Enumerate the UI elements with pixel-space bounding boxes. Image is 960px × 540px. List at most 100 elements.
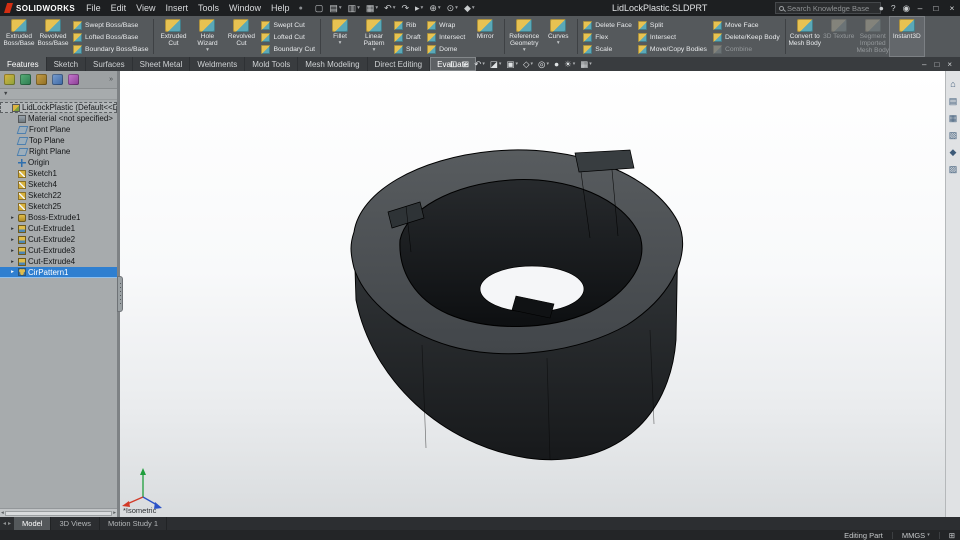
tree-item-sketch22[interactable]: Sketch22	[0, 190, 117, 201]
expand-arrow-icon[interactable]: ▸	[9, 248, 16, 254]
design-library-icon[interactable]: ▤	[949, 97, 958, 106]
tree-item-cut-extrude2[interactable]: ▸Cut-Extrude2	[0, 234, 117, 245]
delete-keep-body-button[interactable]: Delete/Keep Body	[710, 31, 783, 43]
view-orientation-icon[interactable]: ▣▾	[506, 60, 518, 69]
scale-button[interactable]: Scale	[580, 43, 635, 55]
solidworks-resources-icon[interactable]: ⌂	[950, 80, 955, 89]
alerts-icon[interactable]: ◉	[903, 3, 910, 14]
revolved-boss-base-button[interactable]: Revolved Boss/Base	[36, 17, 70, 56]
custom-properties-icon[interactable]: ▨	[949, 165, 958, 174]
tree-item-front-plane[interactable]: Front Plane	[0, 124, 117, 135]
previous-view-icon[interactable]: ↶▾	[474, 60, 485, 69]
wrap-button[interactable]: Wrap	[424, 19, 468, 31]
move-face-button[interactable]: Move Face	[710, 19, 783, 31]
edit-appearance-icon[interactable]: ◆▾	[462, 3, 477, 14]
boundary-cut-button[interactable]: Boundary Cut	[258, 43, 318, 55]
flex-button[interactable]: Flex	[580, 31, 635, 43]
bottom-tab-3d-views[interactable]: 3D Views	[51, 517, 100, 530]
featuremanager-filter-row[interactable]: ▼	[0, 89, 117, 100]
hide-show-items-icon[interactable]: ◎▾	[538, 60, 549, 69]
tree-item-sketch1[interactable]: Sketch1	[0, 168, 117, 179]
rebuild-icon[interactable]: ⊕▾	[427, 3, 442, 14]
menu-view[interactable]: View	[131, 1, 160, 15]
displaymanager-tab[interactable]	[68, 74, 79, 85]
close-button[interactable]: ×	[944, 0, 960, 16]
dropdown-arrow-icon[interactable]: ▾	[523, 48, 526, 53]
draft-button[interactable]: Draft	[391, 31, 424, 43]
undo-icon[interactable]: ↶▾	[382, 3, 397, 14]
doc-close-button[interactable]: ×	[947, 60, 952, 69]
linear-pattern-button[interactable]: Linear Pattern▾	[357, 17, 391, 56]
dropdown-arrow-icon[interactable]: ▾	[206, 48, 209, 53]
graphics-area[interactable]: *Isometric	[120, 71, 945, 517]
tree-item-top-plane[interactable]: Top Plane	[0, 135, 117, 146]
doc-minimize-button[interactable]: –	[922, 60, 926, 69]
curves-button[interactable]: Curves▾	[541, 17, 575, 56]
delete-face-button[interactable]: Delete Face	[580, 19, 635, 31]
reference-geometry-button[interactable]: Reference Geometry▾	[507, 17, 541, 56]
instant3d-button[interactable]: Instant3D	[890, 17, 924, 56]
tree-item-right-plane[interactable]: Right Plane	[0, 146, 117, 157]
revolved-cut-button[interactable]: Revolved Cut	[224, 17, 258, 56]
expand-arrow-icon[interactable]: ▸	[9, 269, 16, 275]
dimxpertmanager-tab[interactable]	[52, 74, 63, 85]
lofted-cut-button[interactable]: Lofted Cut	[258, 31, 318, 43]
tab-weldments[interactable]: Weldments	[190, 57, 245, 71]
rib-button[interactable]: Rib	[391, 19, 424, 31]
hole-wizard-button[interactable]: Hole Wizard▾	[190, 17, 224, 56]
tab-surfaces[interactable]: Surfaces	[86, 57, 133, 71]
extruded-boss-base-button[interactable]: Extruded Boss/Base	[2, 17, 36, 56]
model-3d[interactable]	[120, 71, 945, 517]
swept-cut-button[interactable]: Swept Cut	[258, 19, 318, 31]
tree-item-cirpattern1[interactable]: ▸CirPattern1	[0, 267, 117, 278]
tree-item-cut-extrude4[interactable]: ▸Cut-Extrude4	[0, 256, 117, 267]
section-view-icon[interactable]: ◪▾	[490, 60, 502, 69]
move-copy-bodies-button[interactable]: Move/Copy Bodies	[635, 43, 710, 55]
menu-edit[interactable]: Edit	[106, 1, 132, 15]
login-icon[interactable]: ●	[879, 3, 884, 13]
split-button[interactable]: Split	[635, 19, 710, 31]
display-style-icon[interactable]: ◇▾	[523, 60, 533, 69]
file-explorer-icon[interactable]: ▦	[949, 114, 958, 123]
bottom-tab-motion-study-1[interactable]: Motion Study 1	[100, 517, 167, 530]
expand-arrow-icon[interactable]: ▸	[9, 215, 16, 221]
menu-file[interactable]: File	[81, 1, 106, 15]
doc-restore-button[interactable]: □	[934, 60, 939, 69]
tab-sketch[interactable]: Sketch	[47, 57, 86, 71]
tree-item-origin[interactable]: Origin	[0, 157, 117, 168]
view-settings-icon[interactable]: ▦▾	[580, 60, 592, 69]
scroll-right-icon[interactable]: ▸	[113, 510, 116, 516]
units-selector[interactable]: MMGS ▾	[902, 531, 930, 540]
menu-tools[interactable]: Tools	[193, 1, 224, 15]
scroll-left-icon[interactable]: ◂	[1, 510, 4, 516]
dropdown-arrow-icon[interactable]: ▾	[557, 41, 560, 46]
appearances-scenes-icon[interactable]: ◆	[950, 148, 957, 157]
propertymanager-tab[interactable]	[20, 74, 31, 85]
tree-item-cut-extrude3[interactable]: ▸Cut-Extrude3	[0, 245, 117, 256]
filter-expand-icon[interactable]: ▼	[3, 91, 8, 97]
select-icon[interactable]: ▸▾	[413, 3, 425, 14]
maximize-button[interactable]: □	[928, 0, 944, 16]
dome-button[interactable]: Dome	[424, 43, 468, 55]
convert-to-mesh-body-button[interactable]: Convert to Mesh Body	[788, 17, 822, 56]
shell-button[interactable]: Shell	[391, 43, 424, 55]
tab-scroll-icon[interactable]: ◂	[3, 520, 6, 527]
open-icon[interactable]: ▤▾	[327, 3, 343, 14]
menu-pin-icon[interactable]: ●	[295, 5, 307, 12]
boundary-boss-base-button[interactable]: Boundary Boss/Base	[70, 43, 151, 55]
lofted-boss-base-button[interactable]: Lofted Boss/Base	[70, 31, 151, 43]
panel-splitter[interactable]	[117, 71, 120, 517]
tree-item-lidlockplastic-default-default-dis[interactable]: LidLockPlastic (Default<<Default>_Dis	[0, 102, 117, 113]
tab-features[interactable]: Features	[0, 57, 47, 71]
extruded-cut-button[interactable]: Extruded Cut	[156, 17, 190, 56]
apply-scene-icon[interactable]: ☀▾	[564, 60, 575, 69]
edit-appearance-icon[interactable]: ●	[554, 60, 559, 69]
tree-item-material-not-specified[interactable]: Material <not specified>	[0, 113, 117, 124]
bottom-tab-model[interactable]: Model	[14, 517, 51, 530]
menu-insert[interactable]: Insert	[161, 1, 194, 15]
redo-icon[interactable]: ↷	[399, 3, 411, 14]
mirror-button[interactable]: Mirror	[468, 17, 502, 56]
swept-boss-base-button[interactable]: Swept Boss/Base	[70, 19, 151, 31]
menu-window[interactable]: Window	[224, 1, 266, 15]
expand-arrow-icon[interactable]: ▸	[9, 226, 16, 232]
